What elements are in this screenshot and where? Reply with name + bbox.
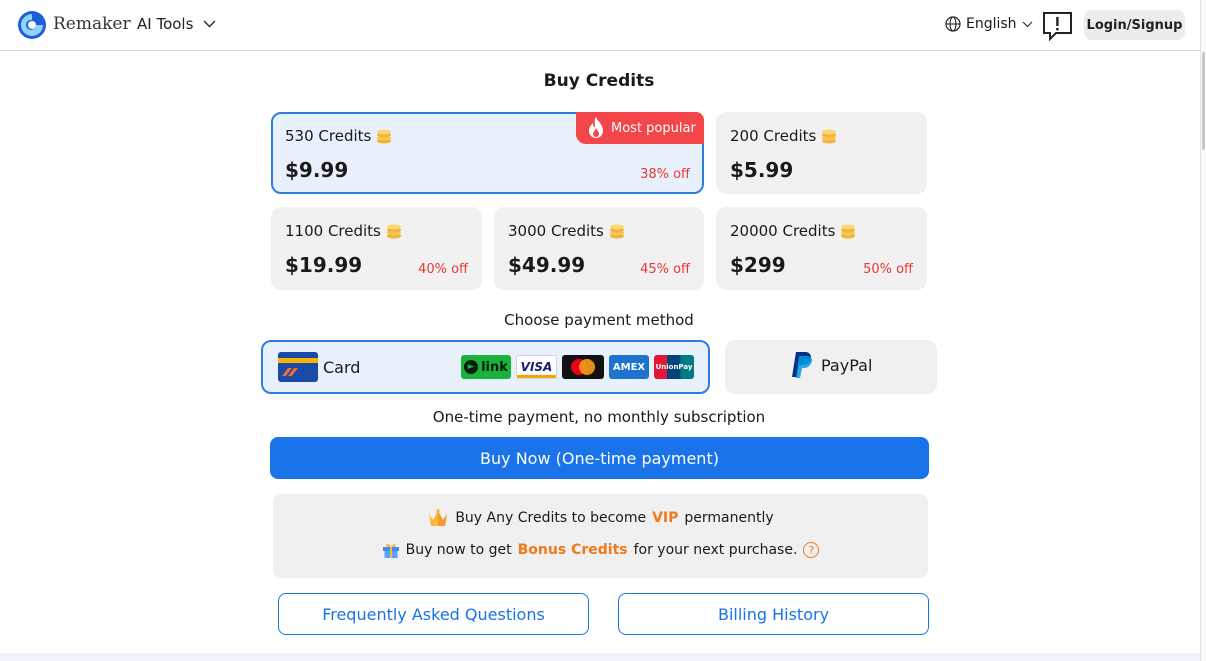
- one-time-note: One-time payment, no monthly subscriptio…: [432, 408, 766, 426]
- paypal-icon: [792, 352, 812, 378]
- plan-discount: 38% off: [640, 167, 690, 182]
- plan-card-530[interactable]: 530 Credits $9.99 38% off Most popular: [271, 112, 704, 194]
- faq-button[interactable]: Frequently Asked Questions: [278, 593, 589, 635]
- coins-icon: [841, 224, 856, 239]
- footer-strip: [0, 653, 1200, 661]
- feedback-icon[interactable]: [1042, 11, 1073, 41]
- chevron-down-icon: [203, 20, 216, 28]
- plan-discount: 50% off: [863, 262, 913, 277]
- plan-price: $19.99: [285, 253, 363, 277]
- visa-logo-icon: VISA: [516, 355, 557, 379]
- paypal-label: PayPal: [821, 355, 873, 375]
- plan-credits-label: 200 Credits: [730, 127, 817, 145]
- gift-icon: [382, 543, 399, 558]
- plan-card-20000[interactable]: 20000 Credits $299 50% off: [716, 207, 927, 290]
- billing-history-button[interactable]: Billing History: [618, 593, 929, 635]
- ai-tools-label: AI Tools: [137, 15, 194, 33]
- chevron-down-icon: [1022, 21, 1032, 27]
- plan-credits: 20000 Credits: [730, 222, 857, 240]
- plan-credits: 200 Credits: [730, 127, 838, 145]
- plan-discount: 45% off: [640, 262, 690, 277]
- language-label: English: [966, 16, 1017, 32]
- plan-card-3000[interactable]: 3000 Credits $49.99 45% off: [494, 207, 704, 290]
- plan-credits-label: 20000 Credits: [730, 222, 836, 240]
- coins-icon: [377, 129, 392, 144]
- plan-card-200[interactable]: 200 Credits $5.99: [716, 112, 927, 194]
- vip-line: Buy Any Credits to become VIP permanentl…: [273, 508, 928, 528]
- top-nav: Remaker AI Tools English Login/Signup: [0, 0, 1200, 51]
- plan-price: $299: [730, 253, 786, 277]
- login-signup-button[interactable]: Login/Signup: [1084, 10, 1185, 40]
- coins-icon: [609, 224, 624, 239]
- bonus-line-suffix: for your next purchase.: [633, 542, 798, 558]
- plan-credits: 530 Credits: [285, 127, 393, 145]
- credit-card-icon: [278, 352, 318, 382]
- bonus-highlight: Bonus Credits: [517, 542, 628, 558]
- remaker-logo-icon[interactable]: [17, 10, 47, 40]
- plan-credits-label: 530 Credits: [285, 127, 372, 145]
- coins-icon: [822, 129, 837, 144]
- unionpay-text: UnionPay: [655, 363, 693, 371]
- plan-card-1100[interactable]: 1100 Credits $19.99 40% off: [271, 207, 482, 290]
- mastercard-logo-icon: [562, 355, 604, 379]
- plan-credits-label: 3000 Credits: [508, 222, 604, 240]
- amex-logo-icon: AMEX: [609, 355, 649, 379]
- vip-line-prefix: Buy Any Credits to become: [455, 510, 647, 526]
- bonus-line: Buy now to get Bonus Credits for your ne…: [273, 541, 928, 559]
- link-logo-icon: ► link: [461, 355, 511, 379]
- unionpay-logo-icon: UnionPay: [654, 355, 694, 379]
- help-icon[interactable]: ?: [803, 542, 820, 558]
- globe-icon: [945, 16, 961, 32]
- language-selector[interactable]: English: [945, 16, 1033, 32]
- amex-text: AMEX: [612, 361, 646, 373]
- plan-credits-label: 1100 Credits: [285, 222, 381, 240]
- plan-discount: 40% off: [418, 262, 468, 277]
- payment-method-title: Choose payment method: [504, 311, 694, 329]
- brand-name[interactable]: Remaker: [53, 14, 131, 34]
- paypal-payment-option[interactable]: PayPal: [725, 340, 937, 394]
- ai-tools-menu[interactable]: AI Tools: [137, 15, 216, 33]
- card-label: Card: [323, 358, 361, 377]
- plan-price: $49.99: [508, 253, 586, 277]
- buy-now-button[interactable]: Buy Now (One-time payment): [270, 437, 929, 479]
- coins-icon: [386, 224, 401, 239]
- most-popular-badge: Most popular: [576, 112, 704, 144]
- page-title: Buy Credits: [543, 71, 655, 91]
- link-text: link: [481, 359, 508, 375]
- plan-credits: 1100 Credits: [285, 222, 403, 240]
- vip-highlight: VIP: [652, 510, 679, 526]
- vip-benefits-box: Buy Any Credits to become VIP permanentl…: [273, 494, 928, 578]
- plan-price: $5.99: [730, 158, 794, 182]
- crown-icon: [429, 509, 448, 526]
- vip-line-suffix: permanently: [684, 510, 774, 526]
- plan-credits: 3000 Credits: [508, 222, 626, 240]
- visa-text: VISA: [520, 360, 553, 374]
- scrollbar-thumb[interactable]: [1202, 52, 1205, 150]
- card-payment-option[interactable]: Card ► link VISA AMEX UnionPay: [261, 340, 710, 394]
- paypal-content: PayPal: [791, 351, 872, 379]
- card-brands: ► link VISA AMEX UnionPay: [461, 355, 694, 379]
- most-popular-label: Most popular: [611, 120, 696, 136]
- fire-icon: [589, 117, 603, 138]
- bonus-line-prefix: Buy now to get: [405, 542, 512, 558]
- plan-price: $9.99: [285, 158, 349, 182]
